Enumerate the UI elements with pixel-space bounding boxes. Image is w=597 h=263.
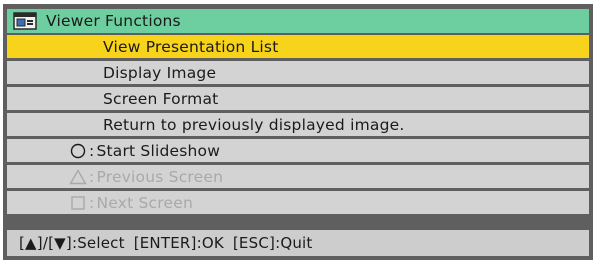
nav-keys-hint: [▲]/[▼]: [19, 234, 72, 252]
esc-key-hint: [ESC]: [232, 234, 276, 252]
menu-item-view-presentation-list[interactable]: View Presentation List: [7, 35, 589, 58]
title-bar: Viewer Functions: [7, 9, 589, 33]
menu-item-return-previous-image[interactable]: Return to previously displayed image.: [7, 113, 589, 136]
action-previous-screen[interactable]: : Previous Screen: [7, 165, 589, 188]
menu-item-display-image[interactable]: Display Image: [7, 61, 589, 84]
menu-item-label: View Presentation List: [103, 37, 279, 56]
triangle-icon: [69, 168, 87, 186]
action-label: Previous Screen: [96, 167, 224, 186]
square-icon: [69, 194, 87, 212]
function-menu: View Presentation List Display Image Scr…: [7, 35, 589, 214]
key-help-bar: [▲]/[▼] : Select [ENTER] : OK [ESC] : Qu…: [7, 230, 589, 256]
viewer-functions-dialog: Viewer Functions View Presentation List …: [3, 4, 593, 260]
action-next-screen[interactable]: : Next Screen: [7, 191, 589, 214]
viewer-monitor-icon: [13, 12, 37, 30]
circle-icon: [69, 142, 87, 160]
esc-key-label: Quit: [280, 234, 313, 252]
menu-item-screen-format[interactable]: Screen Format: [7, 87, 589, 110]
enter-key-hint: [ENTER]: [133, 234, 197, 252]
action-label: Start Slideshow: [96, 141, 221, 160]
menu-item-label: Return to previously displayed image.: [103, 115, 405, 134]
action-start-slideshow[interactable]: : Start Slideshow: [7, 139, 589, 162]
dialog-title: Viewer Functions: [46, 12, 181, 30]
menu-item-label: Display Image: [103, 63, 217, 82]
nav-keys-label: Select: [77, 234, 125, 252]
action-label: Next Screen: [96, 193, 193, 212]
menu-item-label: Screen Format: [103, 89, 219, 108]
enter-key-label: OK: [201, 234, 224, 252]
